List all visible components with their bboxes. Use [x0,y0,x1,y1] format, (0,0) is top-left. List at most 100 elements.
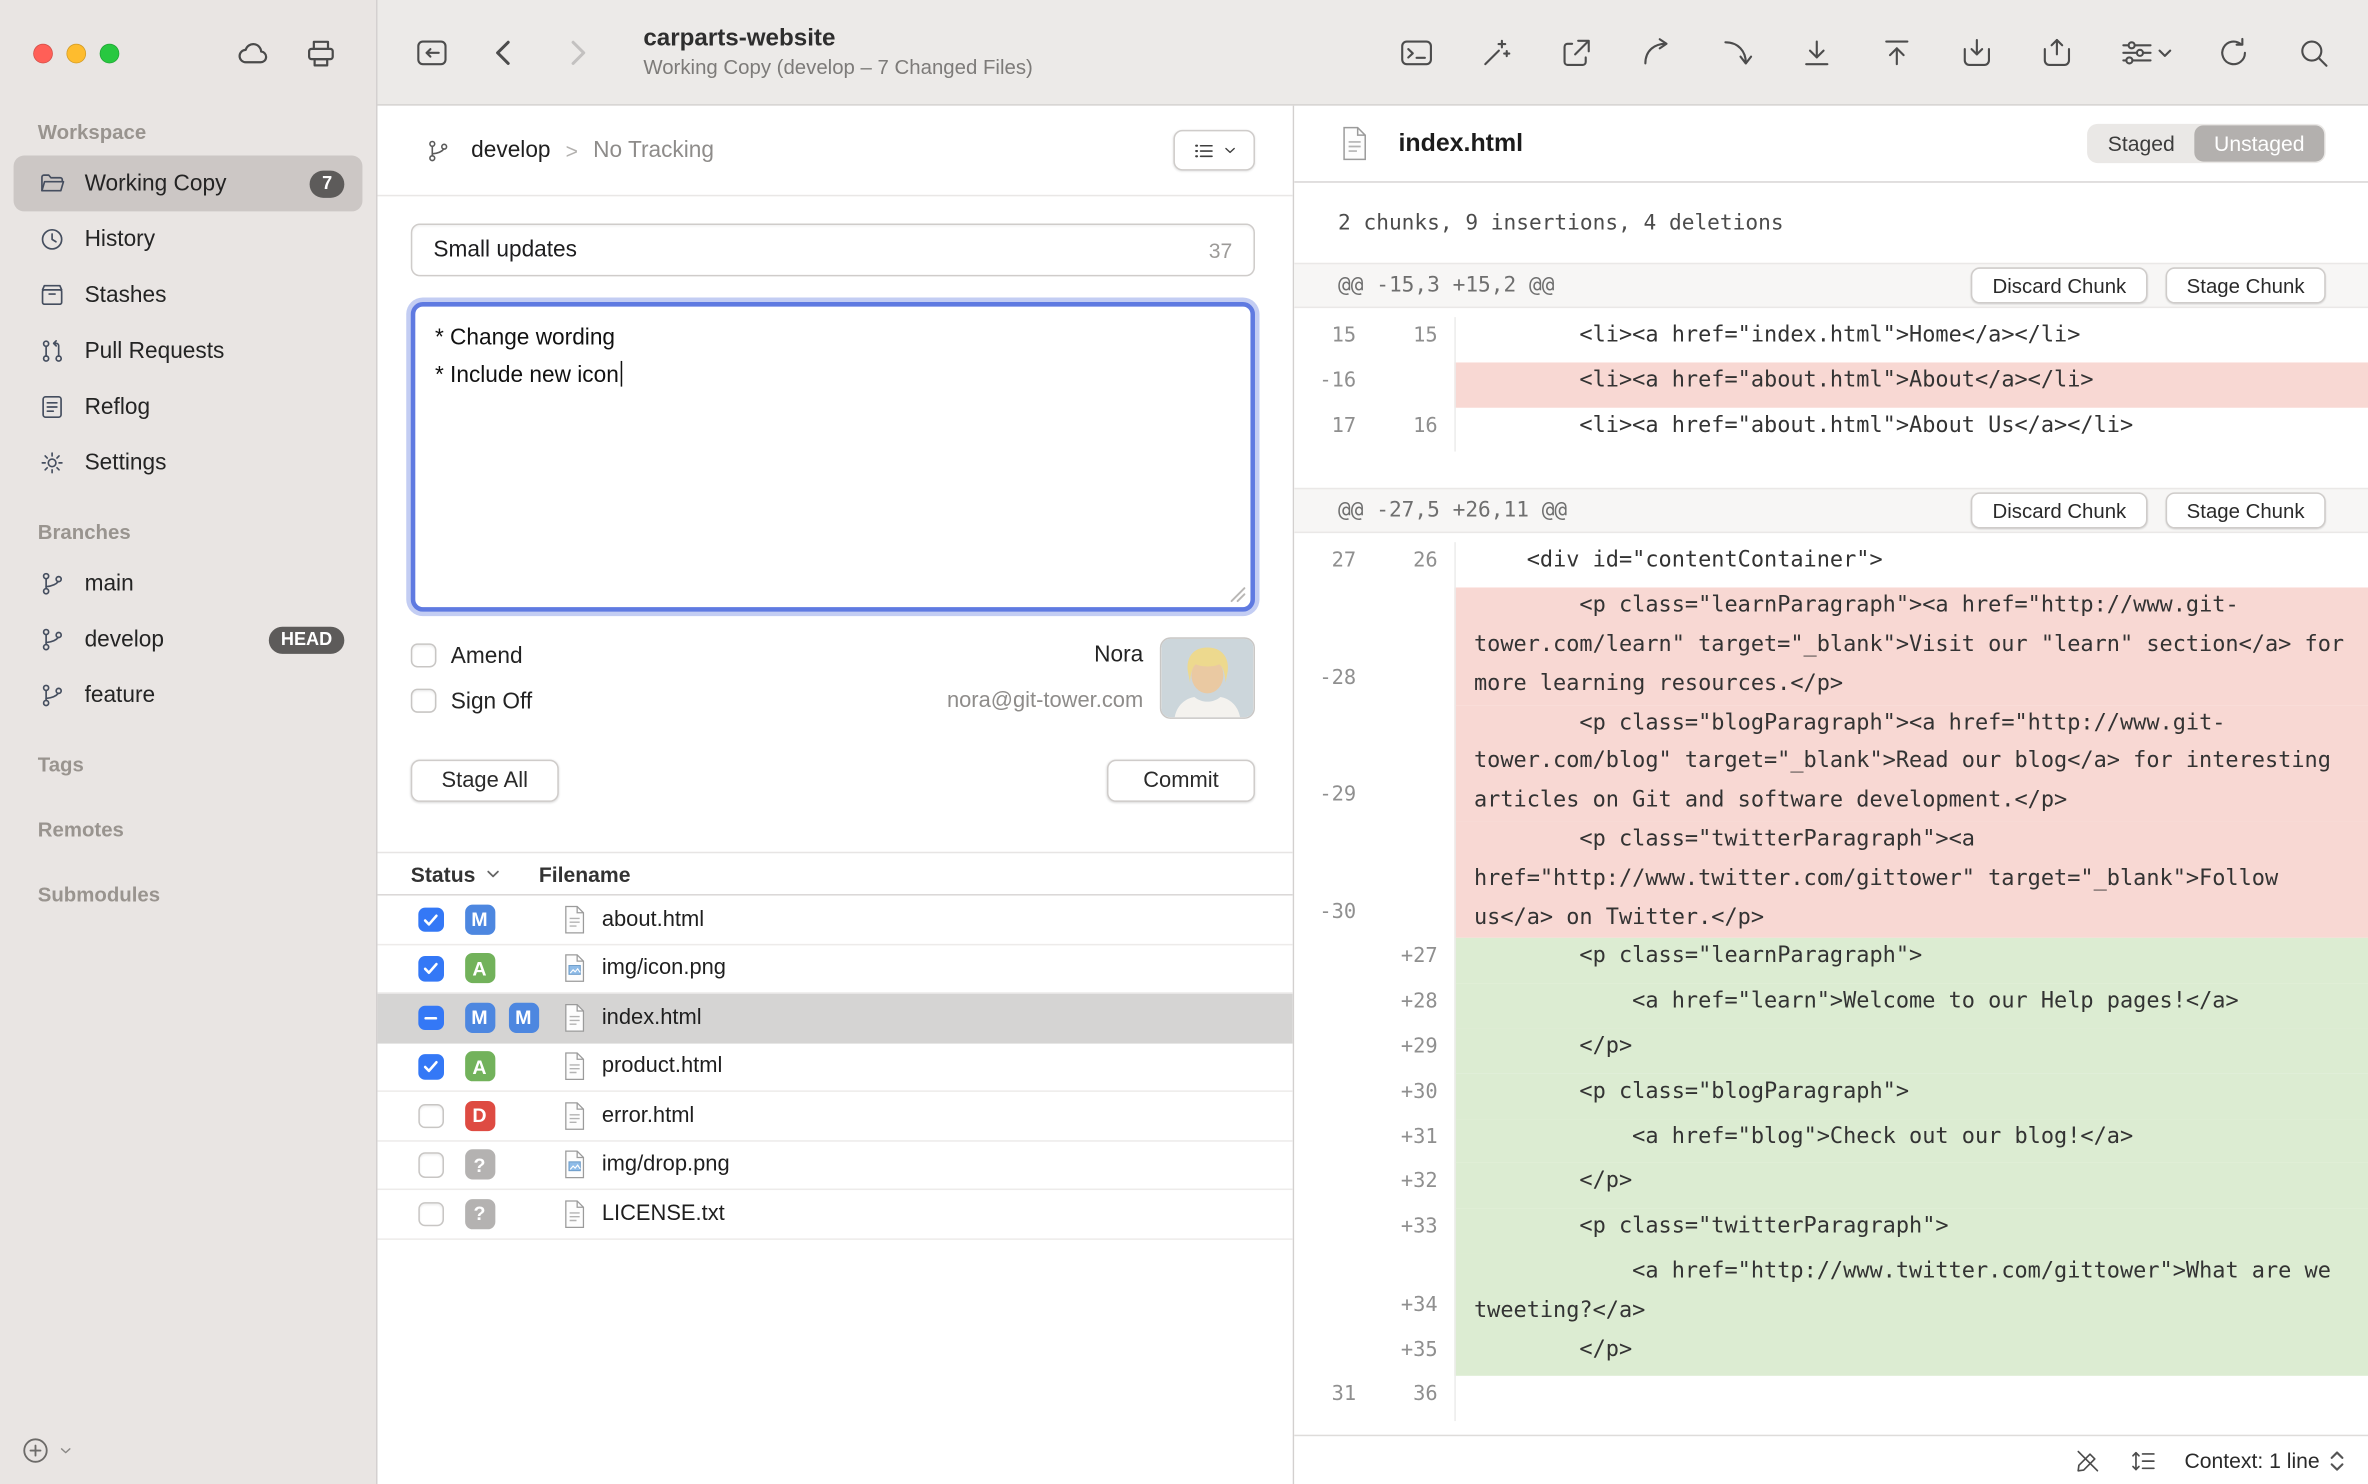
file-name: img/icon.png [602,956,726,980]
file-row-product-html[interactable]: Aproduct.html [378,1043,1293,1092]
rebase-icon[interactable] [1719,34,1755,70]
author-avatar[interactable] [1160,637,1255,719]
devices-icon[interactable] [302,34,340,72]
breadcrumb-separator: > [566,138,578,162]
html-file-icon [561,1101,587,1131]
sidebar-item-feature[interactable]: feature [14,668,363,724]
context-label: Context: 1 line [2185,1448,2320,1472]
file-row-img-icon-png[interactable]: Aimg/icon.png [378,945,1293,994]
amend-option[interactable]: Amend [411,633,532,678]
resize-grip-icon[interactable] [1229,586,1246,603]
diff-panel: index.html StagedUnstaged 2 chunks, 9 in… [1294,106,2368,1484]
file-checkbox[interactable] [418,1054,443,1079]
status-badge: M [508,1002,538,1032]
sidebar-item-reflog[interactable]: Reflog [14,379,363,435]
file-checkbox[interactable] [418,1201,443,1226]
context-stepper[interactable]: Context: 1 line [2185,1448,2347,1474]
add-repository-button[interactable] [20,1434,74,1466]
new-line-number: +28 [1377,983,1454,1028]
workflow-icon[interactable] [2119,34,2172,70]
line-spacing-icon[interactable] [2129,1446,2158,1475]
segment-unstaged[interactable]: Unstaged [2194,125,2324,161]
commit-message-body-input[interactable]: * Change wording * Include new icon [411,302,1255,612]
stash-icon[interactable] [1959,34,1995,70]
sidebar-item-main[interactable]: main [14,556,363,612]
close-window-button[interactable] [33,43,53,63]
file-row-license-txt[interactable]: ?LICENSE.txt [378,1190,1293,1239]
file-checkbox[interactable] [418,1005,443,1030]
toggle-repositories-icon[interactable] [414,34,450,70]
box-icon [38,281,67,310]
file-row-index-html[interactable]: MMindex.html [378,994,1293,1043]
old-line-number [1294,983,1377,1028]
sidebar-item-working-copy[interactable]: Working Copy7 [14,156,363,212]
status-badges: A [464,953,538,983]
commit-subject-input[interactable]: Small updates 37 [411,224,1255,277]
folder-icon [38,169,67,198]
html-file-icon [561,1051,587,1081]
commit-button[interactable]: Commit [1107,760,1255,802]
diff-footer: Context: 1 line [1294,1435,2368,1484]
minimize-window-button[interactable] [66,43,86,63]
push-icon[interactable] [1879,34,1915,70]
sign-off-checkbox[interactable] [411,688,436,713]
sidebar-item-history[interactable]: History [14,211,363,267]
file-checkbox[interactable] [418,1103,443,1128]
window-subtitle: Working Copy (develop – 7 Changed Files) [643,56,1032,79]
refresh-icon[interactable] [2215,34,2251,70]
checkout-icon[interactable] [1559,34,1595,70]
discard-chunk-button[interactable]: Discard Chunk [1971,493,2147,529]
zoom-window-button[interactable] [100,43,120,63]
sidebar-item-settings[interactable]: Settings [14,435,363,491]
no-edit-icon[interactable] [2073,1446,2102,1475]
pull-icon[interactable] [1799,34,1835,70]
sidebar-item-pull-requests[interactable]: Pull Requests [14,323,363,379]
view-options-button[interactable] [1173,130,1255,171]
file-checkbox[interactable] [418,1152,443,1177]
search-icon[interactable] [2296,34,2332,70]
diff-line-code: </p> [1454,1163,2368,1208]
status-badge: D [464,1101,494,1131]
diff-line: 1515 <li><a href="index.html">Home</a></… [1294,317,2368,362]
filename-column-header[interactable]: Filename [539,862,631,886]
file-row-error-html[interactable]: Derror.html [378,1092,1293,1141]
forward-icon[interactable] [559,34,595,70]
old-line-number: -29 [1294,705,1377,822]
cloud-icon[interactable] [234,34,272,72]
discard-chunk-button[interactable]: Discard Chunk [1971,267,2147,303]
apply-stash-icon[interactable] [2039,34,2075,70]
sidebar-item-label: Reflog [85,394,150,420]
old-line-number: -16 [1294,362,1377,407]
file-name: product.html [602,1054,723,1078]
stage-chunk-button[interactable]: Stage Chunk [2166,267,2326,303]
sign-off-option[interactable]: Sign Off [411,678,532,723]
merge-icon[interactable] [1639,34,1675,70]
diff-line: -30 <p class="twitterParagraph"><a href=… [1294,822,2368,939]
stage-chunk-button[interactable]: Stage Chunk [2166,493,2326,529]
file-row-img-drop-png[interactable]: ?img/drop.png [378,1141,1293,1190]
diff-scroll-area[interactable]: 2 chunks, 9 insertions, 4 deletions @@ -… [1294,183,2368,1435]
sidebar-item-stashes[interactable]: Stashes [14,267,363,323]
stage-all-button[interactable]: Stage All [411,760,559,802]
html-file-icon [561,904,587,934]
old-line-number [1294,1331,1377,1376]
back-icon[interactable] [486,34,522,70]
sidebar-item-develop[interactable]: developHEAD [14,612,363,668]
amend-checkbox[interactable] [411,643,436,668]
new-line-number: 36 [1377,1376,1454,1421]
segment-staged[interactable]: Staged [2088,125,2194,161]
status-column-header[interactable]: Status [411,862,501,886]
file-checkbox[interactable] [418,907,443,932]
pull-request-icon [38,337,67,366]
amend-label: Amend [451,643,523,669]
sidebar-section-header-remotes: Remotes [14,812,363,853]
terminal-icon[interactable] [1398,34,1434,70]
new-line-number: +35 [1377,1331,1454,1376]
branch-icon [38,569,67,598]
file-name: error.html [602,1104,695,1128]
chunk-header: @@ -27,5 +26,11 @@Discard ChunkStage Chu… [1294,488,2368,533]
old-line-number [1294,1028,1377,1073]
quick-actions-icon[interactable] [1478,34,1514,70]
file-checkbox[interactable] [418,956,443,981]
file-row-about-html[interactable]: Mabout.html [378,896,1293,945]
